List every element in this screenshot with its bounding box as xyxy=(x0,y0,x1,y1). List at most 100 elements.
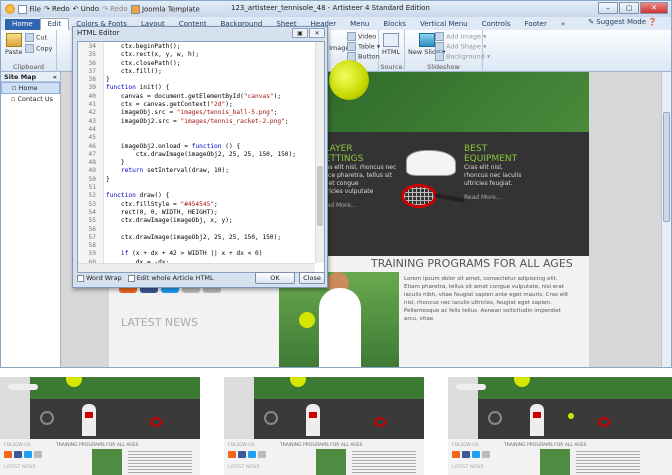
tab-home[interactable]: Home xyxy=(5,19,40,30)
editor-horizontal-scrollbar[interactable] xyxy=(78,263,315,272)
paste-icon xyxy=(5,33,22,47)
minimize-button[interactable]: – xyxy=(598,2,618,14)
tab-edit[interactable]: Edit xyxy=(39,18,70,30)
thumbnail-3: FOLLOW US TRAINING PROGRAMS FOR ALL AGES… xyxy=(448,377,672,475)
read-more-link-2[interactable]: Read More... xyxy=(464,194,544,202)
dialog-footer: Word Wrap Edit whole Article HTML OK Clo… xyxy=(77,272,325,284)
line-number: 37 xyxy=(88,67,96,75)
thumb-training-label: TRAINING PROGRAMS FOR ALL AGES xyxy=(280,443,363,448)
slideshow-group-label: Slideshow xyxy=(427,63,460,71)
ok-button[interactable]: OK xyxy=(255,272,295,284)
tab-blocks[interactable]: Blocks xyxy=(376,19,413,30)
joomla-icon xyxy=(130,4,140,14)
background-button[interactable]: Background ▾ xyxy=(435,52,490,61)
add-image-icon xyxy=(435,32,444,41)
tab-menu[interactable]: Menu xyxy=(343,19,376,30)
frame-thumbnails: FOLLOW US TRAINING PROGRAMS FOR ALL AGES… xyxy=(0,377,672,475)
line-text: imageObj2.src = "images/tennis_racket-2.… xyxy=(106,117,289,125)
add-image-button[interactable]: Add Image ▾ xyxy=(435,32,486,41)
paste-button[interactable]: Paste xyxy=(5,33,23,56)
code-line: 58 xyxy=(78,242,314,250)
edit-whole-article-checkbox[interactable]: Edit whole Article HTML xyxy=(127,274,214,282)
code-line: 51 xyxy=(78,184,314,192)
source-group-label: Source xyxy=(380,63,403,71)
thumb-training-label: TRAINING PROGRAMS FOR ALL AGES xyxy=(56,443,139,448)
quick-redo-1[interactable]: ↷ Redo xyxy=(44,5,70,13)
page-icon: ▫ xyxy=(11,95,16,103)
code-line: 52 function draw() { xyxy=(78,192,314,200)
quick-joomla[interactable]: Joomla Template xyxy=(130,4,200,14)
tab-vertical-menu[interactable]: Vertical Menu xyxy=(413,19,475,30)
editor-vertical-scrollbar[interactable] xyxy=(315,42,324,263)
line-text: ctx.beginPath(); xyxy=(106,43,181,50)
line-text: ctx.closePath(); xyxy=(106,59,181,67)
line-text: ctx.fill(); xyxy=(106,67,162,75)
code-text[interactable]: 34 ctx.beginPath(); 35 ctx.rect(x, y, w, … xyxy=(78,43,314,272)
clipboard-group-label: Clipboard xyxy=(12,63,45,71)
quick-undo[interactable]: ↶ Undo xyxy=(73,5,99,13)
line-text: function draw() { xyxy=(106,192,170,200)
best-equipment-title: BEST EQUIPMENT xyxy=(464,144,518,164)
line-number: 36 xyxy=(88,59,96,67)
maximize-button[interactable]: ▢ xyxy=(619,2,639,14)
file-icon xyxy=(18,4,27,14)
add-shape-icon xyxy=(435,42,444,51)
suggest-mode-button[interactable]: ✎ Suggest Mode ❓ xyxy=(588,18,657,26)
slideshow-group: New Slide ▾ Add Image ▾ Add Shape ▾ Back… xyxy=(405,30,490,72)
line-text: if (x + dx + 42 > WIDTH || x + dx < 0) xyxy=(120,250,263,258)
read-more-link-1[interactable]: Read More... xyxy=(319,202,399,210)
player-settings-text: Cras elit nisl, rhoncus nec fusce pharet… xyxy=(319,164,397,195)
video-button[interactable]: Video xyxy=(347,32,376,41)
add-shape-button[interactable]: Add Shape ▾ xyxy=(435,42,486,51)
line-text: ctx.drawImage(imageObj2, 25, 25, 150, 15… xyxy=(106,233,282,241)
dialog-close-button[interactable]: Close xyxy=(299,272,325,284)
artisteer-window: File ↷ Redo ↶ Undo ↷ Redo Joomla Templat… xyxy=(0,0,672,368)
photo-ball xyxy=(299,312,315,328)
line-text: imageObj.src = "images/tennis_ball-5.png… xyxy=(106,109,278,117)
copy-button[interactable]: Copy xyxy=(25,44,53,53)
code-line: 59 if (x + dx + 42 > WIDTH || x + dx < 0… xyxy=(78,250,314,258)
sitemap-item-contact[interactable]: ▫ Contact Us xyxy=(1,94,60,104)
code-line: 46 imageObj2.onload = function () { xyxy=(78,143,314,151)
table-button[interactable]: Table ▾ xyxy=(347,42,380,51)
player-settings-block: PLAYER SETTINGS Cras elit nisl, rhoncus … xyxy=(319,144,399,210)
tab-controls[interactable]: Controls xyxy=(475,19,518,30)
clipboard-group: Paste Cut Copy Clipboard xyxy=(1,30,57,72)
window-controls: – ▢ ✕ xyxy=(598,2,668,14)
line-text: } xyxy=(106,76,110,84)
cut-button[interactable]: Cut xyxy=(25,33,47,42)
editor-scroll-thumb[interactable] xyxy=(317,166,323,226)
code-editor[interactable]: 34 ctx.beginPath(); 35 ctx.rect(x, y, w, … xyxy=(77,41,325,273)
sitemap-item-home[interactable]: ▫ Home xyxy=(1,82,60,94)
code-line: 50} xyxy=(78,176,314,184)
app-orb-icon[interactable] xyxy=(5,4,15,14)
line-number: 54 xyxy=(88,208,96,216)
close-button[interactable]: ✕ xyxy=(640,2,668,14)
collapse-icon[interactable]: « xyxy=(53,73,57,81)
line-number: 44 xyxy=(88,125,96,133)
line-number: 35 xyxy=(88,51,96,59)
dialog-restore-button[interactable]: ▣ xyxy=(292,28,308,38)
code-line: 37 ctx.fill(); xyxy=(78,68,314,76)
best-equipment-block: BEST EQUIPMENT Cras elit nisl, rhoncus n… xyxy=(464,144,544,202)
tab-footer[interactable]: Footer xyxy=(518,19,554,30)
canvas-scroll-thumb[interactable] xyxy=(663,112,670,222)
line-number: 47 xyxy=(88,150,96,158)
code-line: 43 imageObj2.src = "images/tennis_racket… xyxy=(78,118,314,126)
help-icon[interactable]: ❓ xyxy=(648,18,657,26)
word-wrap-checkbox[interactable]: Word Wrap xyxy=(77,274,122,282)
canvas-scrollbar[interactable] xyxy=(661,72,671,367)
code-line: 45 xyxy=(78,134,314,142)
html-button[interactable]: HTML xyxy=(382,33,400,56)
line-number: 41 xyxy=(88,101,96,109)
line-text: ctx = canvas.getContext("2d"); xyxy=(106,101,233,109)
code-line: 35 ctx.rect(x, y, w, h); xyxy=(78,51,314,59)
dialog-close-x-button[interactable]: ✕ xyxy=(309,28,325,38)
code-line: 44 xyxy=(78,126,314,134)
quick-redo-2[interactable]: ↷ Redo xyxy=(102,5,128,13)
tabs-more[interactable]: » xyxy=(554,19,572,30)
player-body xyxy=(319,288,361,367)
line-number: 40 xyxy=(88,92,96,100)
code-line: 34 ctx.beginPath(); xyxy=(78,43,314,51)
quick-file[interactable]: File xyxy=(18,4,41,14)
